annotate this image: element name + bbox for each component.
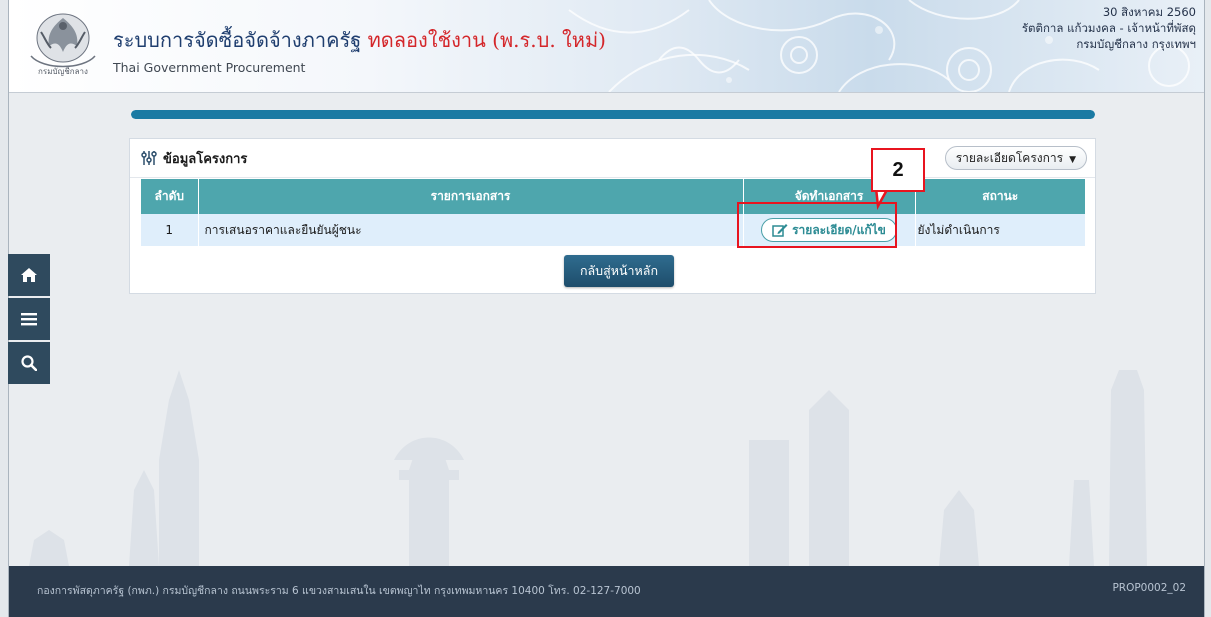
- app-subtitle: Thai Government Procurement: [113, 60, 306, 75]
- app-frame: กรมบัญชีกลาง ระบบการจัดซื้อจัดจ้างภาครัฐ…: [8, 0, 1205, 617]
- panel-header: ข้อมูลโครงการ รายละเอียดโครงการ ▼: [130, 139, 1095, 178]
- user-name: รัตติกาล แก้วมงคล - เจ้าหน้าที่พัสดุ: [1021, 21, 1196, 35]
- row-number: 1: [141, 214, 199, 246]
- page-code: PROP0002_02: [1112, 582, 1186, 594]
- table-row: 1 การเสนอราคาและยืนยันผู้ชนะ รายละเอียด/…: [141, 214, 1085, 246]
- trial-mode-label: ทดลองใช้งาน (พ.ร.บ. ใหม่): [367, 28, 606, 52]
- search-button[interactable]: [8, 342, 50, 384]
- garuda-logo: กรมบัญชีกลาง: [30, 13, 96, 76]
- annotation-step-label: 2: [871, 148, 925, 192]
- annotation-highlight-box: [737, 202, 897, 248]
- user-info: 30 สิงหาคม 2560 รัตติกาล แก้วมงคล - เจ้า…: [1022, 4, 1196, 52]
- col-header-no: ลำดับ: [141, 179, 199, 214]
- progress-fill: [131, 110, 1095, 119]
- back-to-main-button[interactable]: กลับสู่หน้าหลัก: [564, 255, 674, 287]
- user-department: กรมบัญชีกลาง กรุงเทพฯ: [1076, 37, 1196, 51]
- header-banner: กรมบัญชีกลาง ระบบการจัดซื้อจัดจ้างภาครัฐ…: [9, 0, 1204, 92]
- footer-address: กองการพัสดุภาครัฐ (กพภ.) กรมบัญชีกลาง ถน…: [37, 585, 641, 597]
- search-icon: [21, 355, 37, 371]
- row-document-name: การเสนอราคาและยืนยันผู้ชนะ: [198, 214, 744, 246]
- table-header-row: ลำดับ รายการเอกสาร จัดทำเอกสาร สถานะ: [141, 179, 1085, 214]
- background-scene: [29, 370, 1147, 566]
- col-header-document: รายการเอกสาร: [198, 179, 744, 214]
- progress-bar: [131, 110, 1095, 119]
- panel-title: ข้อมูลโครงการ: [141, 148, 247, 169]
- side-nav: [8, 254, 50, 386]
- sliders-icon: [141, 151, 157, 165]
- panel-title-text: ข้อมูลโครงการ: [163, 152, 248, 167]
- footer: กองการพัสดุภาครัฐ (กพภ.) กรมบัญชีกลาง ถน…: [9, 566, 1204, 617]
- app-title-main: ระบบการจัดซื้อจัดจ้างภาครัฐ: [113, 28, 362, 52]
- home-icon: [21, 268, 37, 282]
- current-date: 30 สิงหาคม 2560: [1102, 5, 1196, 19]
- app-title: ระบบการจัดซื้อจัดจ้างภาครัฐ ทดลองใช้งาน …: [113, 24, 606, 56]
- menu-button[interactable]: [8, 298, 50, 340]
- col-header-status: สถานะ: [915, 179, 1085, 214]
- home-button[interactable]: [8, 254, 50, 296]
- svg-text:กรมบัญชีกลาง: กรมบัญชีกลาง: [38, 67, 88, 76]
- header-divider: [9, 92, 1204, 93]
- document-table: ลำดับ รายการเอกสาร จัดทำเอกสาร สถานะ 1 ก…: [141, 179, 1085, 246]
- project-info-panel: ข้อมูลโครงการ รายละเอียดโครงการ ▼ ลำดับ ร…: [129, 138, 1096, 294]
- row-status: ยังไม่ดำเนินการ: [915, 214, 1085, 246]
- hamburger-menu-icon: [21, 313, 37, 326]
- project-detail-label: รายละเอียดโครงการ: [955, 151, 1064, 165]
- caret-down-icon: ▼: [1069, 155, 1076, 165]
- project-detail-dropdown[interactable]: รายละเอียดโครงการ ▼: [944, 146, 1087, 170]
